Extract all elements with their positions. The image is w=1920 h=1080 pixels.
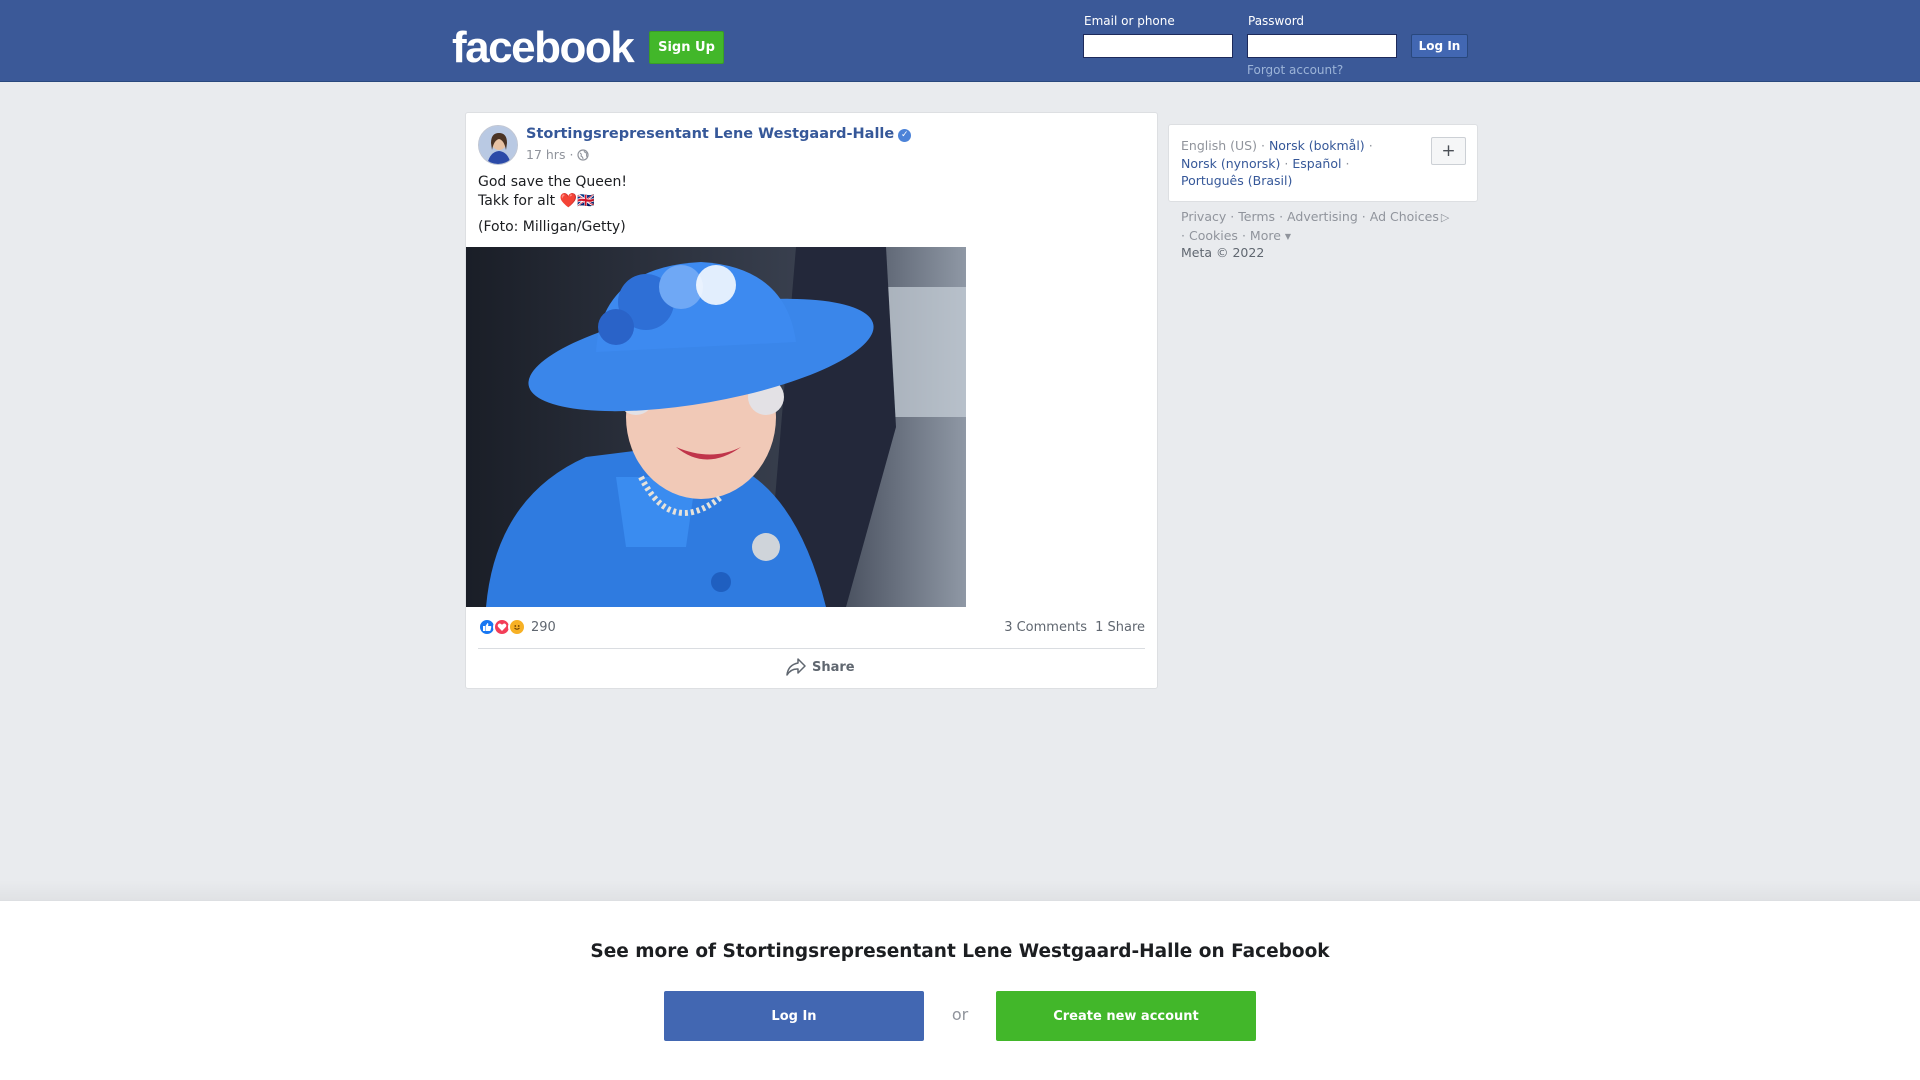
heart-emoji-icon: ❤️ (559, 193, 578, 209)
separator: · (1230, 209, 1235, 224)
forgot-account-link[interactable]: Forgot account? (1247, 63, 1343, 77)
post-text-line: God save the Queen! (478, 174, 628, 190)
engagement-counts: 3 Comments 1 Share (1004, 620, 1145, 635)
uk-flag-icon: 🇬🇧 (577, 193, 595, 209)
banner-shadow (0, 880, 1920, 900)
share-icon (786, 658, 806, 676)
create-account-button[interactable]: Create new account (996, 991, 1256, 1041)
password-label: Password (1248, 14, 1305, 28)
facebook-logo[interactable]: facebook (452, 22, 635, 74)
separator: · (1361, 209, 1366, 224)
post-timestamp[interactable]: 17 hrs (526, 147, 565, 162)
email-label: Email or phone (1084, 14, 1175, 28)
separator: · (1241, 228, 1246, 243)
reaction-count: 290 (531, 619, 556, 635)
caret-down-icon: ▼ (1284, 232, 1292, 241)
more-languages-button[interactable]: + (1431, 137, 1466, 165)
password-field[interactable] (1247, 34, 1397, 58)
post-text-line: Takk for alt ❤️🇬🇧 (478, 192, 627, 211)
separator: · (1181, 228, 1185, 243)
ad-choices-label: Ad Choices (1369, 209, 1439, 224)
language-list: English (US) · Norsk (bokmål) · Norsk (nyno… (1181, 137, 1431, 190)
avatar[interactable] (478, 125, 518, 165)
post-text: God save the Queen! Takk for alt ❤️🇬🇧 (F… (478, 173, 627, 237)
more-link[interactable]: More ▼ (1250, 228, 1291, 243)
reactions-summary[interactable]: 290 (478, 618, 556, 636)
sign-up-button[interactable]: Sign Up (649, 31, 724, 64)
footer-links: Privacy · Terms · Advertising · Ad Choices ▷ · C… (1181, 208, 1471, 246)
action-divider (478, 648, 1145, 649)
shares-count-link[interactable]: 1 Share (1095, 620, 1145, 635)
meta-separator: · (569, 147, 574, 162)
separator: · (1368, 138, 1373, 153)
cookies-link[interactable]: Cookies (1189, 228, 1238, 243)
language-link[interactable]: Norsk (bokmål) (1269, 138, 1365, 153)
banner-title: See more of Stortingsrepresentant Lene W… (590, 941, 1330, 962)
advertising-link[interactable]: Advertising (1287, 209, 1358, 224)
or-label: or (951, 1005, 969, 1024)
more-label: More (1249, 228, 1281, 243)
verified-badge-icon: ✓ (898, 129, 912, 142)
share-button[interactable]: Share (786, 658, 855, 676)
language-link[interactable]: Português (Brasil) (1181, 173, 1292, 188)
current-language: English (US) (1181, 138, 1257, 153)
log-in-button[interactable]: Log In (1411, 34, 1468, 58)
terms-link[interactable]: Terms (1238, 209, 1275, 224)
post-card: Stortingsrepresentant Lene Westgaard-Hal… (465, 112, 1158, 689)
ad-choices-icon: ▷ (1440, 211, 1450, 224)
post-author-link[interactable]: Stortingsrepresentant Lene Westgaard-Hal… (526, 126, 912, 142)
globe-icon[interactable] (577, 148, 590, 161)
care-reaction-icon (508, 618, 526, 636)
share-label: Share (812, 659, 855, 675)
language-selector: English (US) · Norsk (bokmål) · Norsk (nyno… (1168, 124, 1478, 202)
post-author-name: Stortingsrepresentant Lene Westgaard-Hal… (526, 126, 895, 142)
privacy-link[interactable]: Privacy (1181, 209, 1226, 224)
separator: · (1279, 209, 1284, 224)
login-banner: See more of Stortingsrepresentant Lene W… (0, 900, 1920, 1080)
separator: · (1345, 155, 1350, 171)
top-bar: facebook Sign Up Email or phone Password… (0, 0, 1920, 82)
separator: · (1260, 138, 1265, 153)
email-field[interactable] (1083, 34, 1233, 58)
post-meta: 17 hrs · (526, 147, 590, 162)
ad-choices-link[interactable]: Ad Choices ▷ (1370, 209, 1450, 224)
banner-log-in-button[interactable]: Log In (664, 991, 924, 1041)
post-caption: (Foto: Milligan/Getty) (478, 219, 626, 235)
language-link[interactable]: Norsk (nynorsk) (1181, 156, 1280, 171)
separator: · (1284, 155, 1289, 171)
language-link[interactable]: Español (1292, 156, 1341, 171)
post-text-words: Takk for alt (478, 193, 556, 209)
copyright: Meta © 2022 (1181, 245, 1265, 260)
post-photo[interactable] (466, 247, 966, 607)
comments-count-link[interactable]: 3 Comments (1004, 620, 1087, 635)
